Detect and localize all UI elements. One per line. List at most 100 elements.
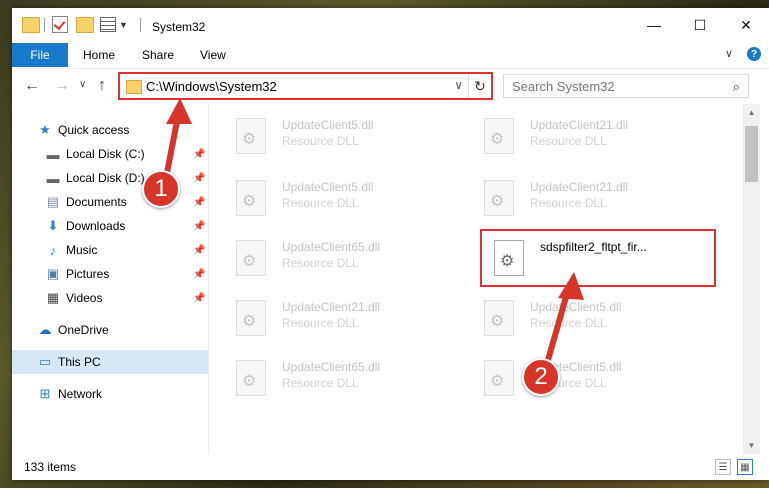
large-icons-view-icon[interactable]: ▦ — [737, 459, 753, 475]
details-view-icon[interactable]: ☰ — [715, 459, 731, 475]
tab-file[interactable]: File — [12, 43, 68, 67]
pin-icon[interactable]: 📌 — [193, 293, 205, 304]
list-item[interactable]: UpdateClient21.dll Resource DLL — [470, 112, 710, 164]
pin-icon[interactable]: 📌 — [193, 197, 205, 208]
dll-file-icon — [236, 360, 266, 396]
scroll-up-arrow-icon[interactable]: ▲ — [743, 104, 760, 121]
sidebar-item-label: Music — [66, 243, 98, 257]
search-input[interactable] — [512, 78, 712, 94]
dll-file-icon — [484, 180, 514, 216]
list-item[interactable]: UpdateClient5.dll Resource DLL — [222, 174, 462, 226]
status-bar: 133 items ☰ ▦ — [12, 454, 769, 480]
dll-file-icon — [236, 118, 266, 154]
address-path[interactable]: C:\Windows\System32 — [146, 79, 277, 94]
sidebar-item-label: Downloads — [66, 219, 126, 233]
forward-button[interactable]: → — [54, 77, 70, 95]
tab-view[interactable]: View — [200, 43, 226, 67]
sidebar-item-downloads[interactable]: ⬇ Downloads 📌 — [12, 214, 208, 238]
pane-divider — [208, 104, 209, 454]
navigation-pane: ★ Quick access ▬ Local Disk (C:) 📌 ▬ Loc… — [12, 104, 208, 454]
item-count: 133 items — [24, 460, 77, 474]
list-item[interactable]: UpdateClient21.dll Resource DLL — [222, 294, 462, 346]
drive-icon: ▬ — [46, 170, 60, 186]
navigation-bar: ← → ∨ ↑ C:\Windows\System32 ∨ ↻ ⌕ — [12, 68, 769, 105]
list-item[interactable]: UpdateClient21.dll Resource DLL — [470, 174, 710, 226]
documents-icon: ▤ — [46, 194, 60, 209]
tab-home[interactable]: Home — [83, 43, 115, 67]
file-name: UpdateClient5.dll — [530, 300, 622, 314]
file-type: Resource DLL — [282, 196, 359, 210]
network-icon: ⊞ — [39, 386, 51, 401]
dll-file-icon — [236, 180, 266, 216]
sidebar-item-label: Local Disk (C:) — [66, 147, 145, 161]
scroll-thumb[interactable] — [745, 126, 758, 182]
music-icon: ♪ — [49, 242, 57, 258]
drive-icon: ▬ — [46, 146, 60, 162]
sidebar-item-onedrive[interactable]: ☁ OneDrive — [12, 318, 208, 342]
sidebar-item-local-disk-c[interactable]: ▬ Local Disk (C:) 📌 — [12, 142, 208, 166]
file-type: Resource DLL — [282, 256, 359, 270]
file-name: UpdateClient65.dll — [282, 240, 381, 254]
list-item[interactable]: UpdateClient5.dll Resource DLL — [222, 112, 462, 164]
pin-icon[interactable]: 📌 — [193, 269, 205, 280]
sidebar-item-quick-access[interactable]: ★ Quick access — [12, 118, 208, 142]
list-item[interactable]: UpdateClient65.dll Resource DLL — [222, 234, 462, 286]
sidebar-item-this-pc[interactable]: ▭ This PC — [12, 350, 208, 374]
search-icon[interactable]: ⌕ — [733, 79, 740, 95]
minimize-button[interactable]: — — [631, 8, 677, 42]
properties-icon[interactable] — [100, 17, 116, 32]
sidebar-item-pictures[interactable]: ▣ Pictures 📌 — [12, 262, 208, 286]
downloads-icon: ⬇ — [47, 218, 59, 233]
folder-icon — [126, 80, 142, 94]
target-file-highlight-box — [480, 229, 716, 287]
back-button[interactable]: ← — [24, 77, 40, 95]
window-title: System32 — [152, 20, 206, 34]
pin-icon[interactable]: 📌 — [193, 149, 205, 160]
sidebar-item-network[interactable]: ⊞ Network — [12, 382, 208, 406]
list-item[interactable]: UpdateClient5.dll Resource DLL — [470, 294, 710, 346]
list-item[interactable]: UpdateClient65.dll Resource DLL — [222, 354, 462, 406]
ribbon-tabs: File Home Share View ∨ ? — [12, 43, 769, 67]
help-icon[interactable]: ? — [747, 47, 761, 61]
maximize-button[interactable]: ☐ — [677, 8, 723, 42]
expand-ribbon-chevron-icon[interactable]: ∨ — [725, 47, 733, 61]
tab-share[interactable]: Share — [142, 43, 174, 67]
up-button[interactable]: ↑ — [98, 77, 106, 95]
file-type: Resource DLL — [530, 196, 607, 210]
close-button[interactable]: ✕ — [723, 8, 769, 42]
file-name: UpdateClient21.dll — [530, 180, 629, 194]
properties-check-icon[interactable] — [52, 16, 68, 33]
dll-file-icon — [484, 300, 514, 336]
sidebar-item-videos[interactable]: ▦ Videos 📌 — [12, 286, 208, 310]
file-type: Resource DLL — [530, 134, 607, 148]
file-name: UpdateClient21.dll — [530, 118, 629, 132]
sidebar-item-music[interactable]: ♪ Music 📌 — [12, 238, 208, 262]
pin-icon[interactable]: 📌 — [193, 173, 205, 184]
vertical-scrollbar[interactable]: ▲ ▼ — [743, 104, 760, 454]
refresh-button[interactable]: ↻ — [468, 74, 491, 98]
title-separator — [140, 18, 141, 32]
recent-locations-chevron-icon[interactable]: ∨ — [79, 79, 86, 90]
customize-toolbar-chevron-icon[interactable]: ▼ — [119, 20, 128, 30]
pin-icon[interactable]: 📌 — [193, 221, 205, 232]
pin-icon[interactable]: 📌 — [193, 245, 205, 256]
sidebar-item-label: Local Disk (D:) — [66, 171, 145, 185]
search-box[interactable]: ⌕ — [503, 74, 749, 98]
star-icon: ★ — [39, 122, 51, 137]
step-2-badge: 2 — [522, 358, 560, 396]
videos-icon: ▦ — [46, 290, 60, 305]
title-bar: ▼ System32 — ☐ ✕ — [12, 8, 769, 42]
file-type: Resource DLL — [282, 316, 359, 330]
dll-file-icon — [236, 240, 266, 276]
scroll-down-arrow-icon[interactable]: ▼ — [743, 437, 760, 454]
dll-file-icon — [484, 360, 514, 396]
address-dropdown-chevron-icon[interactable]: ∨ — [454, 78, 463, 92]
dll-file-icon — [236, 300, 266, 336]
computer-icon: ▭ — [38, 354, 52, 369]
list-item[interactable]: UpdateClient5.dll Resource DLL — [470, 354, 710, 406]
dll-file-icon — [484, 118, 514, 154]
file-type: Resource DLL — [282, 134, 359, 148]
step-1-badge: 1 — [142, 170, 180, 208]
new-folder-icon[interactable] — [76, 17, 94, 33]
address-bar[interactable]: C:\Windows\System32 ∨ ↻ — [118, 72, 493, 100]
